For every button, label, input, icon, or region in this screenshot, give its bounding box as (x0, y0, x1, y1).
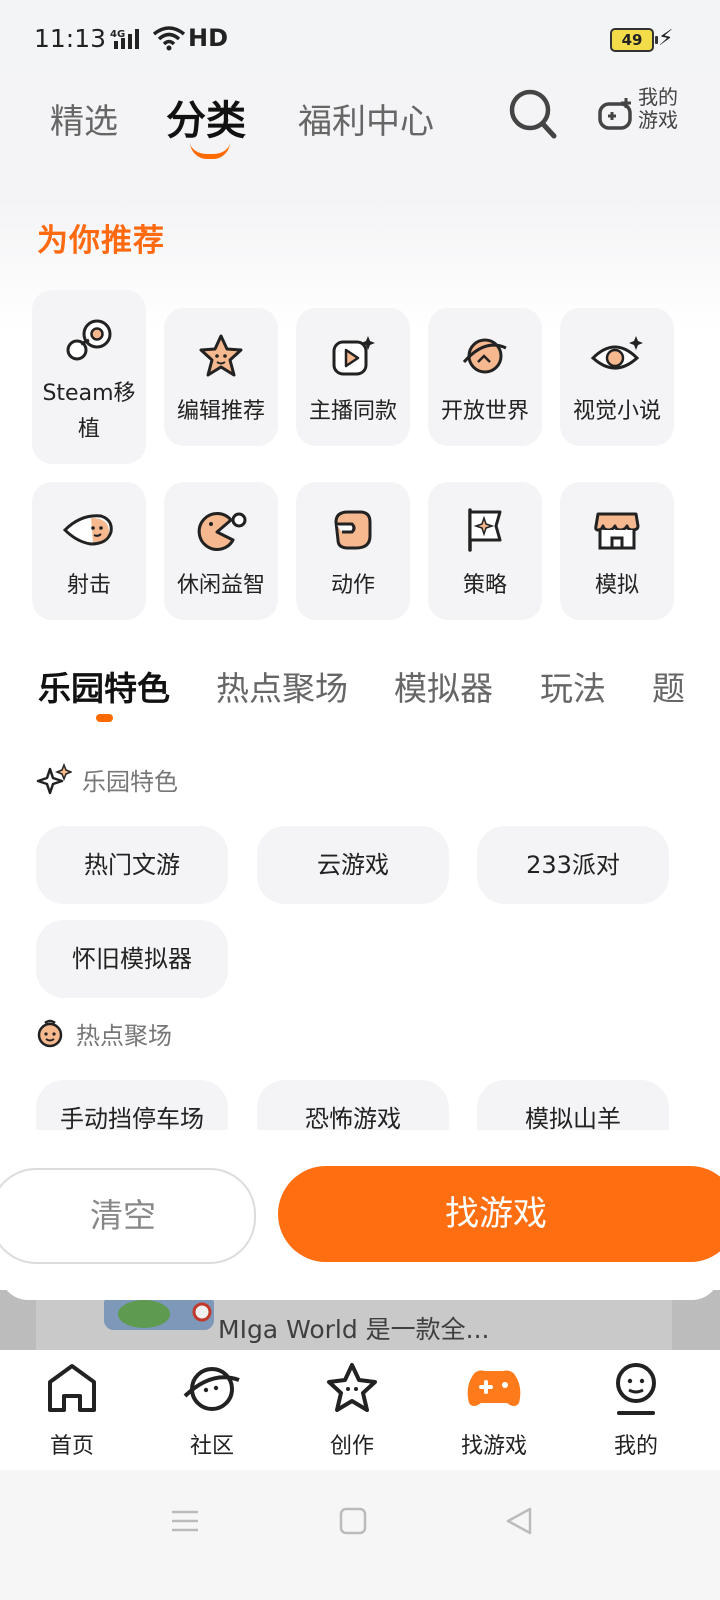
star-icon (164, 332, 278, 382)
category-action[interactable]: 动作 (296, 482, 410, 620)
subtab-hot-spots[interactable]: 热点聚场 (216, 662, 348, 710)
category-label: Steam移植 (42, 381, 136, 442)
community-icon (162, 1360, 262, 1418)
category-label: 模拟 (594, 573, 639, 598)
status-bar: 11:13 4G HD 49 ⚡ (0, 0, 720, 80)
bottom-navigation: 首页 社区 创作 找游戏 我的 (0, 1350, 720, 1470)
category-label: 视觉小说 (572, 399, 661, 424)
nav-create[interactable]: 创作 (302, 1360, 402, 1460)
status-time: 11:13 (34, 24, 107, 53)
chip[interactable]: 模拟山羊 (477, 1080, 669, 1130)
back-triangle-icon[interactable] (504, 1506, 534, 1540)
hd-indicator: HD (188, 24, 229, 52)
gamepad-icon (444, 1360, 544, 1418)
subtab-gameplay[interactable]: 玩法 (540, 662, 606, 710)
chip[interactable]: 手动挡停车场 (36, 1080, 228, 1130)
active-tab-indicator (190, 142, 230, 159)
home-square-icon[interactable] (338, 1506, 368, 1540)
category-label: 主播同款 (308, 399, 397, 424)
category-label: 编辑推荐 (176, 399, 265, 424)
group-header: 乐园特色 (36, 762, 178, 797)
nav-profile[interactable]: 我的 (586, 1360, 686, 1460)
category-steam-port[interactable]: Steam移植 (32, 290, 146, 464)
group-header: 热点聚场 (36, 1016, 172, 1051)
nav-community[interactable]: 社区 (162, 1360, 262, 1460)
nav-label: 首页 (49, 1434, 94, 1459)
wifi-icon (152, 24, 186, 56)
chip[interactable]: 热门文游 (36, 826, 228, 904)
search-icon[interactable] (508, 88, 558, 144)
steam-icon (32, 318, 146, 368)
nav-home[interactable]: 首页 (22, 1360, 122, 1460)
find-games-button[interactable]: 找游戏 (278, 1166, 720, 1262)
fist-icon (296, 506, 410, 556)
subtab-theme[interactable]: 题 (652, 662, 685, 710)
planet-icon (428, 332, 542, 382)
group-title: 乐园特色 (82, 768, 178, 796)
category-open-world[interactable]: 开放世界 (428, 308, 542, 446)
category-streamer-same[interactable]: 主播同款 (296, 308, 410, 446)
chip[interactable]: 233派对 (477, 826, 669, 904)
gamepad-outline-icon (598, 96, 636, 138)
charging-icon: ⚡ (658, 26, 674, 51)
bullet-icon (32, 506, 146, 556)
play-icon (296, 332, 410, 382)
clear-button[interactable]: 清空 (0, 1168, 256, 1264)
nav-find-games[interactable]: 找游戏 (444, 1360, 544, 1460)
shop-icon (560, 506, 674, 556)
nav-label: 我的 (613, 1434, 658, 1459)
category-editor-pick[interactable]: 编辑推荐 (164, 308, 278, 446)
category-label: 开放世界 (440, 399, 529, 424)
category-strategy[interactable]: 策略 (428, 482, 542, 620)
find-games-label: 找游戏 (445, 1194, 547, 1234)
flag-icon (428, 506, 542, 556)
nav-label: 创作 (329, 1434, 374, 1459)
category-visual-novel[interactable]: 视觉小说 (560, 308, 674, 446)
create-icon (302, 1360, 402, 1418)
chip[interactable]: 恐怖游戏 (257, 1080, 449, 1130)
pacman-icon (164, 506, 278, 556)
my-games-label: 我的游戏 (638, 85, 678, 132)
tab-welfare-center[interactable]: 福利中心 (298, 94, 434, 143)
nav-label: 找游戏 (460, 1434, 527, 1459)
battery-icon: 49 (610, 28, 658, 52)
chip[interactable]: 怀旧模拟器 (36, 920, 228, 998)
tab-featured[interactable]: 精选 (50, 94, 118, 143)
chip[interactable]: 云游戏 (257, 826, 449, 904)
category-casual-puzzle[interactable]: 休闲益智 (164, 482, 278, 620)
home-icon (22, 1360, 122, 1418)
top-navigation: 精选 分类 福利中心 我的游戏 (0, 80, 720, 160)
tab-category[interactable]: 分类 (166, 88, 246, 146)
category-label: 射击 (66, 573, 111, 598)
cellular-signal-icon: 4G (110, 28, 146, 54)
nav-label: 社区 (189, 1434, 234, 1459)
system-navigation-bar (0, 1470, 720, 1600)
sparkle-icon (36, 762, 72, 797)
category-shooting[interactable]: 射击 (32, 482, 146, 620)
smile-icon (36, 1018, 66, 1050)
recommend-title: 为你推荐 (37, 223, 165, 259)
subtab-emulator[interactable]: 模拟器 (394, 662, 493, 710)
category-label: 休闲益智 (176, 573, 265, 598)
subtab-park-features[interactable]: 乐园特色 (38, 662, 170, 710)
category-label: 动作 (330, 573, 375, 598)
category-simulation[interactable]: 模拟 (560, 482, 674, 620)
category-label: 策略 (462, 573, 507, 598)
subtab-indicator (96, 714, 113, 722)
menu-icon[interactable] (170, 1506, 200, 1540)
profile-icon (586, 1360, 686, 1418)
group-title: 热点聚场 (76, 1022, 172, 1050)
game-description: MIga World 是一款全... (218, 1315, 490, 1344)
eye-icon (560, 332, 674, 382)
my-games-button[interactable]: 我的游戏 (598, 86, 698, 146)
